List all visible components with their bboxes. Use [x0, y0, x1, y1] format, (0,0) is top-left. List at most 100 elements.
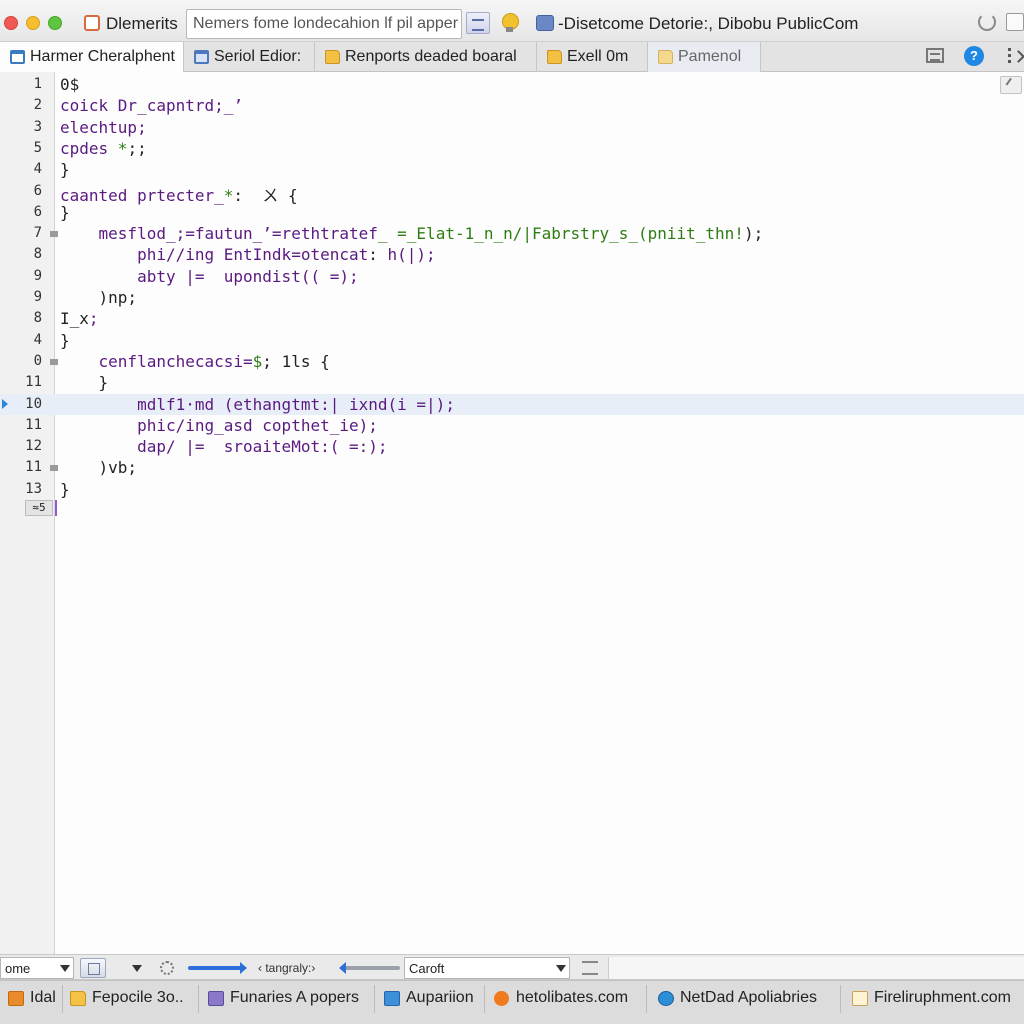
line-number: 4: [33, 331, 42, 348]
code-line[interactable]: 11 }: [0, 372, 1024, 393]
code-text: )np;: [60, 288, 138, 307]
tab-harmer[interactable]: Harmer Cheralphent: [0, 42, 184, 73]
bookmark-icon: [208, 991, 224, 1006]
code-line[interactable]: 13}: [0, 479, 1024, 500]
code-line[interactable]: 8 phi//ing EntIndk=otencat: h(|);: [0, 244, 1024, 265]
bookmark-fepocile[interactable]: Fepocile 3o..: [70, 989, 184, 1011]
bookmark-label: Idal: [30, 989, 56, 1006]
separator: [840, 985, 841, 1013]
tab-label: Renports deaded boaral: [345, 48, 517, 65]
bookmark-idal[interactable]: Idal: [8, 989, 56, 1011]
layout-grid-icon[interactable]: [926, 48, 944, 63]
code-line[interactable]: 9 )np;: [0, 287, 1024, 308]
swap-icon[interactable]: [582, 961, 598, 975]
code-text: }: [60, 373, 109, 392]
code-token: $: [252, 351, 263, 371]
scope-select[interactable]: ome: [0, 957, 74, 979]
code-text: cpdes *;;: [60, 139, 147, 158]
address-go-button[interactable]: [466, 12, 490, 34]
code-line[interactable]: 11 )vb;: [0, 457, 1024, 478]
code-token: *: [117, 138, 128, 158]
code-token: phic/ing_asd copthet_ie);: [60, 415, 378, 435]
bookmark-icon: [384, 991, 400, 1006]
maximize-window-button[interactable]: [48, 16, 62, 30]
gear-icon: [494, 991, 509, 1006]
control-bar: ome ‹ tangraly:› Caroft: [0, 954, 1024, 980]
code-text: }: [60, 203, 70, 222]
forward-arrow-icon[interactable]: [188, 962, 247, 974]
settings-icon[interactable]: [160, 961, 174, 975]
bookmark-label: hetolibates.com: [516, 989, 629, 1006]
fold-marker-icon[interactable]: [50, 465, 58, 472]
tab-exell[interactable]: Exell 0m: [537, 42, 648, 72]
minimize-window-button[interactable]: [26, 16, 40, 30]
code-token: :: [368, 245, 388, 265]
target-select[interactable]: Caroft: [404, 957, 570, 979]
code-line[interactable]: 6 caanted prtecter_*: ㄨ {: [0, 181, 1024, 205]
bookmark-netdad[interactable]: NetDad Apoliabries: [658, 989, 817, 1011]
bookmark-label: Fepocile 3o..: [92, 989, 184, 1006]
bookmark-hetolibates[interactable]: hetolibates.com: [494, 989, 628, 1011]
code-line[interactable]: 9 abty |= upondist(( =);: [0, 266, 1024, 287]
line-number: 2: [33, 97, 42, 114]
window-icon: [194, 50, 209, 64]
text-cursor: [55, 500, 57, 516]
bookmark-funaries[interactable]: Funaries A popers: [208, 989, 359, 1011]
status-field: [608, 957, 1024, 979]
tab-label: Harmer Cheralphent: [30, 48, 175, 65]
code-text: mesflod_;=fautun_’=rethtratef_ =_Elat-1_…: [60, 224, 764, 244]
code-line[interactable]: 8 I_x;: [0, 308, 1024, 329]
bookmark-aupariion[interactable]: Aupariion: [384, 989, 474, 1011]
code-line[interactable]: 7 mesflod_;=fautun_’=rethtratef_ =_Elat-…: [0, 223, 1024, 244]
code-line[interactable]: 4}: [0, 330, 1024, 351]
panel-toggle-button[interactable]: [80, 958, 106, 978]
window-menu-button[interactable]: [1006, 13, 1024, 31]
line-number: 6: [33, 182, 42, 199]
help-icon[interactable]: ?: [964, 46, 984, 66]
code-line[interactable]: 3 elechtup;: [0, 117, 1024, 138]
code-token: ;;: [127, 138, 147, 158]
code-line[interactable]: 12 dap/ |= sroaiteMot:( =:);: [0, 436, 1024, 457]
line-number: 11: [25, 459, 42, 476]
status-label: ‹ tangraly:›: [258, 961, 316, 975]
code-editor[interactable]: 1 0$ 2 coick Dr_capntrd;_’ 3 elechtup; 5 cpdes …: [0, 72, 1024, 954]
code-token: );: [743, 224, 764, 244]
edit-pencil-icon[interactable]: [1000, 76, 1022, 94]
code-line[interactable]: 0 cenflanchecacsi=$; 1ls {: [0, 351, 1024, 372]
code-line[interactable]: 6}: [0, 202, 1024, 223]
code-token: abty |= upondist(( =);: [60, 266, 359, 286]
tab-serial-editor[interactable]: Seriol Edior:: [184, 42, 315, 72]
line-number: 8: [33, 310, 42, 327]
reload-icon[interactable]: [978, 13, 996, 31]
lightbulb-icon[interactable]: [500, 12, 520, 34]
more-options-icon[interactable]: [1004, 45, 1024, 67]
code-line[interactable]: 4}: [0, 159, 1024, 180]
address-field[interactable]: Nemers fome londecahion lf pil apper: [186, 9, 462, 39]
bookmark-fireliruphment[interactable]: Fireliruphment.com: [852, 989, 1011, 1011]
target-select-value: Caroft: [409, 961, 445, 976]
code-token: _ =_Elat-1_n_n/|Fabrstry_s_(pniit_thn!: [377, 224, 744, 244]
close-window-button[interactable]: [4, 16, 18, 30]
back-arrow-icon[interactable]: [339, 962, 400, 974]
code-line[interactable]: 1 0$: [0, 74, 1024, 95]
code-line[interactable]: 5 cpdes *;;: [0, 138, 1024, 159]
scope-select-value: ome: [5, 961, 31, 976]
line-number: 12: [25, 438, 42, 455]
code-token: ; 1ls {: [262, 351, 330, 371]
code-token: ixnd: [348, 394, 388, 414]
code-line[interactable]: 11 phic/ing_asd copthet_ie);: [0, 415, 1024, 436]
app-title: Dlemerits: [106, 14, 178, 33]
fold-marker-icon[interactable]: [50, 358, 58, 365]
code-text: abty |= upondist(( =);: [60, 267, 359, 286]
code-token: )np;: [60, 288, 138, 307]
chevron-down-icon[interactable]: [132, 965, 142, 972]
code-line[interactable]: 10 mdlf1·md (ethangtmt:| ixnd(i =|);: [0, 393, 1024, 415]
tab-label: Exell 0m: [567, 48, 629, 65]
code-text: }: [60, 480, 70, 499]
cursor-position-badge: ≈5: [25, 500, 53, 516]
code-line[interactable]: 2 coick Dr_capntrd;_’: [0, 95, 1024, 116]
code-text: mdlf1·md (ethangtmt:| ixnd(i =|);: [60, 395, 455, 414]
fold-marker-icon[interactable]: [50, 231, 58, 238]
tab-reports[interactable]: Renports deaded boaral: [315, 42, 537, 72]
tab-pamenol[interactable]: Pamenol: [648, 42, 761, 72]
